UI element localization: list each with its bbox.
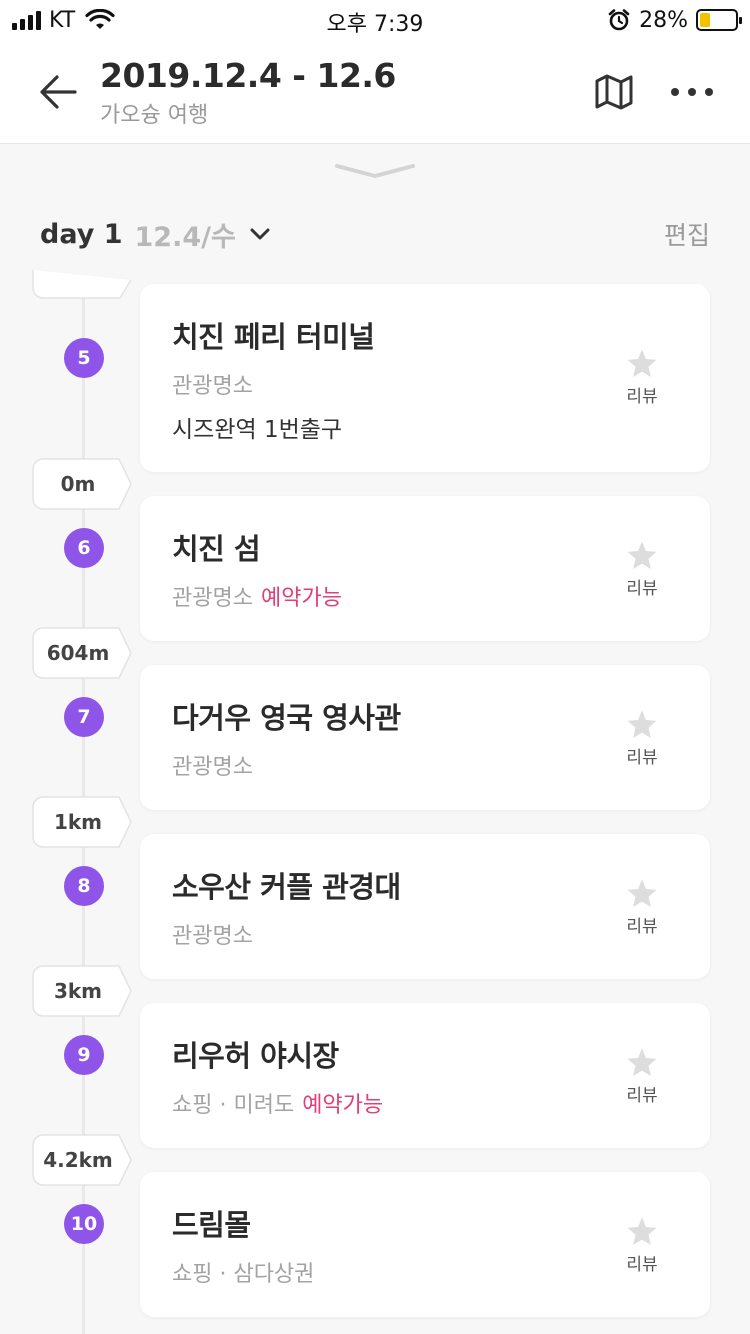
- place-category: 관광명소: [172, 374, 253, 399]
- more-button[interactable]: [664, 70, 720, 114]
- place-number-badge: 5: [64, 338, 104, 378]
- edit-button[interactable]: 편집: [664, 216, 710, 252]
- review-button[interactable]: 리뷰: [614, 540, 670, 599]
- distance-label: 604m: [46, 641, 110, 665]
- star-icon: [627, 710, 657, 738]
- place-number-badge: 8: [64, 866, 104, 906]
- place-category: 쇼핑 · 삼다상권: [172, 1262, 315, 1287]
- trip-subtitle: 가오슝 여행: [100, 103, 209, 128]
- place-card[interactable]: 치진 섬 관광명소 예약가능 리뷰: [140, 496, 710, 641]
- review-button[interactable]: 리뷰: [614, 348, 670, 407]
- place-card[interactable]: 치진 페리 터미널 관광명소 시즈완역 1번출구 리뷰: [140, 284, 710, 472]
- place-number-badge: 10: [64, 1204, 104, 1244]
- reservation-badge: 예약가능: [302, 1093, 384, 1118]
- review-label: 리뷰: [626, 748, 658, 768]
- star-icon: [627, 1048, 657, 1076]
- place-card[interactable]: 다거우 영국 영사관 관광명소 리뷰: [140, 665, 710, 810]
- place-card[interactable]: 소우산 커플 관경대 관광명소 리뷰: [140, 834, 710, 979]
- distance-label: 4.2km: [43, 1148, 113, 1172]
- place-name: 드림몰: [172, 1208, 251, 1242]
- place-category: 관광명소 예약가능: [172, 586, 342, 611]
- place-name: 치진 섬: [172, 532, 261, 566]
- place-number-badge: 9: [64, 1035, 104, 1075]
- more-dots-icon: [671, 88, 713, 96]
- review-button[interactable]: 리뷰: [614, 878, 670, 937]
- place-category: 쇼핑 · 미려도 예약가능: [172, 1093, 384, 1118]
- review-label: 리뷰: [626, 387, 658, 407]
- battery-icon: [696, 9, 742, 31]
- review-button[interactable]: 리뷰: [614, 1047, 670, 1106]
- distance-tag: 3km: [32, 965, 132, 1017]
- star-icon: [627, 541, 657, 569]
- distance-tag: 1km: [32, 796, 132, 848]
- review-button[interactable]: 리뷰: [614, 709, 670, 768]
- chevron-down-icon: [250, 228, 270, 240]
- distance-label: 3km: [53, 979, 103, 1003]
- alarm-icon: [608, 9, 630, 31]
- place-card[interactable]: 드림몰 쇼핑 · 삼다상권 리뷰: [140, 1172, 710, 1317]
- place-location: 시즈완역 1번출구: [172, 417, 343, 443]
- back-button[interactable]: [36, 70, 80, 114]
- day-label: day 1: [40, 218, 123, 250]
- review-label: 리뷰: [626, 917, 658, 937]
- place-name: 소우산 커플 관경대: [172, 870, 401, 904]
- battery-percent: 28%: [639, 7, 688, 33]
- day-selector[interactable]: day 1 12.4/수: [40, 212, 270, 256]
- sheet-handle[interactable]: [334, 160, 416, 182]
- star-icon: [627, 1217, 657, 1245]
- status-bar: KT 오후 7:39 28%: [0, 0, 750, 40]
- distance-tag-partial: [32, 270, 132, 299]
- place-category: 관광명소: [172, 755, 253, 780]
- place-number-badge: 6: [64, 528, 104, 568]
- place-category: 관광명소: [172, 924, 253, 949]
- star-icon: [627, 879, 657, 907]
- review-button[interactable]: 리뷰: [614, 1216, 670, 1275]
- distance-label: 0m: [60, 472, 96, 496]
- map-button[interactable]: [590, 70, 638, 114]
- place-card[interactable]: 리우허 야시장 쇼핑 · 미려도 예약가능 리뷰: [140, 1003, 710, 1148]
- distance-tag: 4.2km: [32, 1134, 132, 1186]
- place-name: 다거우 영국 영사관: [172, 701, 401, 735]
- trip-header: 2019.12.4 - 12.6 가오슝 여행: [0, 40, 750, 144]
- place-number-badge: 7: [64, 697, 104, 737]
- review-label: 리뷰: [626, 579, 658, 599]
- map-icon: [595, 74, 633, 110]
- place-name: 리우허 야시장: [172, 1039, 339, 1073]
- battery-level: [700, 13, 710, 27]
- distance-tag: 604m: [32, 627, 132, 679]
- arrow-left-icon: [40, 75, 77, 109]
- review-label: 리뷰: [626, 1255, 658, 1275]
- star-icon: [627, 349, 657, 377]
- review-label: 리뷰: [626, 1086, 658, 1106]
- distance-label: 1km: [53, 810, 103, 834]
- reservation-badge: 예약가능: [260, 586, 342, 611]
- trip-title: 2019.12.4 - 12.6: [100, 56, 396, 95]
- day-date: 12.4/수: [134, 221, 236, 253]
- place-name: 치진 페리 터미널: [172, 320, 375, 354]
- distance-tag: 0m: [32, 458, 132, 510]
